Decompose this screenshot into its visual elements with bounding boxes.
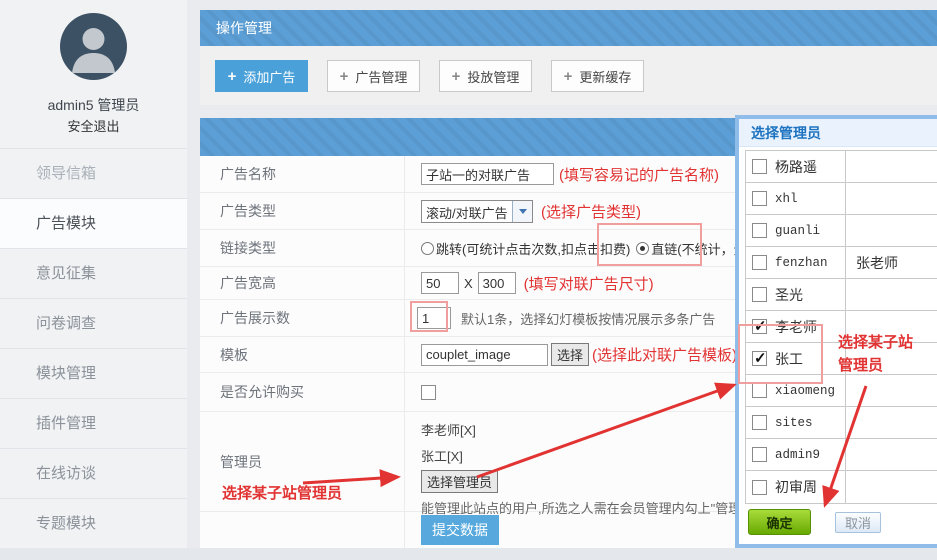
dialog-title: 选择管理员 bbox=[739, 119, 937, 147]
size-times-label: X bbox=[464, 276, 473, 291]
username-label: admin5 管理员 bbox=[0, 95, 187, 115]
link-type-label: 链接类型 bbox=[200, 230, 405, 266]
plus-icon: + bbox=[228, 68, 237, 85]
template-label: 模板 bbox=[200, 337, 405, 372]
ad-manage-button[interactable]: + 广告管理 bbox=[327, 60, 420, 92]
refresh-cache-button[interactable]: + 更新缓存 bbox=[551, 60, 644, 92]
user-avatar bbox=[60, 13, 127, 80]
placement-manage-button[interactable]: + 投放管理 bbox=[439, 60, 532, 92]
manager-checkbox[interactable] bbox=[752, 351, 767, 366]
sidebar-item-topic-module[interactable]: 专题模块 bbox=[0, 498, 187, 548]
selected-manager-item[interactable]: 张工[X] bbox=[421, 444, 463, 470]
toolbar: + 添加广告 + 广告管理 + 投放管理 + 更新缓存 bbox=[200, 46, 937, 105]
purchasable-checkbox[interactable] bbox=[421, 385, 436, 400]
logout-link[interactable]: 安全退出 bbox=[0, 116, 187, 135]
chevron-down-icon bbox=[512, 201, 532, 222]
add-ad-button[interactable]: + 添加广告 bbox=[215, 60, 308, 92]
choose-manager-button[interactable]: 选择管理员 bbox=[421, 470, 498, 493]
manager-checkbox[interactable] bbox=[752, 159, 767, 174]
manager-checkbox[interactable] bbox=[752, 447, 767, 462]
sidebar-item-leader-mailbox[interactable]: 领导信箱 bbox=[0, 148, 187, 198]
sidebar-item-ad-module[interactable]: 广告模块 bbox=[0, 198, 187, 248]
ad-count-input[interactable] bbox=[417, 307, 451, 329]
ad-size-annotation: (填写对联广告尺寸) bbox=[524, 273, 654, 294]
user-avatar-icon bbox=[60, 13, 127, 80]
ad-name-annotation: (填写容易记的广告名称) bbox=[559, 164, 719, 185]
template-select-button[interactable]: 选择 bbox=[551, 343, 589, 366]
manager-row[interactable]: fenzhan 张老师 bbox=[746, 247, 937, 279]
ad-count-label: 广告展示数 bbox=[200, 300, 405, 336]
template-annotation: (选择此对联广告模板) bbox=[592, 344, 737, 365]
ok-button[interactable]: 确定 bbox=[748, 509, 811, 535]
sidebar-menu: 领导信箱 广告模块 意见征集 问卷调查 模块管理 插件管理 在线访谈 专题模块 bbox=[0, 148, 187, 548]
link-type-radio-redirect[interactable] bbox=[421, 242, 434, 255]
ad-type-annotation: (选择广告类型) bbox=[541, 201, 641, 222]
link-type-radio-direct[interactable] bbox=[636, 242, 649, 255]
manager-row[interactable]: 初审周 bbox=[746, 471, 937, 503]
sidebar-item-module-mgmt[interactable]: 模块管理 bbox=[0, 348, 187, 398]
section-header-operations: 操作管理 bbox=[200, 10, 937, 46]
manager-checkbox[interactable] bbox=[752, 255, 767, 270]
manager-row[interactable]: xiaomeng bbox=[746, 375, 937, 407]
purchasable-label: 是否允许购买 bbox=[200, 373, 405, 411]
link-type-option-redirect: 跳转(可统计点击次数,扣点击扣费) bbox=[436, 239, 630, 258]
manager-checkbox[interactable] bbox=[752, 480, 767, 495]
sidebar-item-opinions[interactable]: 意见征集 bbox=[0, 248, 187, 298]
ad-width-input[interactable] bbox=[421, 272, 459, 294]
manager-row[interactable]: 张工 bbox=[746, 343, 937, 375]
ad-name-label: 广告名称 bbox=[200, 156, 405, 192]
manager-row[interactable]: 李老师 bbox=[746, 311, 937, 343]
submit-button[interactable]: 提交数据 bbox=[421, 515, 499, 545]
ad-type-select[interactable]: 滚动/对联广告 bbox=[421, 200, 533, 223]
ad-admin-page: { "sidebar": { "username": "admin5 管理员",… bbox=[0, 0, 937, 560]
sidebar-item-survey[interactable]: 问卷调查 bbox=[0, 298, 187, 348]
manager-row[interactable]: 杨路遥 bbox=[746, 151, 937, 183]
ad-type-label: 广告类型 bbox=[200, 193, 405, 229]
plus-icon: + bbox=[452, 68, 461, 85]
manager-checkbox[interactable] bbox=[752, 191, 767, 206]
manager-table: 杨路遥 xhl guanli fenzhan 张老师 圣光 李老师 bbox=[745, 150, 937, 504]
page-footer bbox=[0, 548, 937, 560]
plus-icon: + bbox=[564, 68, 573, 85]
manager-row[interactable]: admin9 bbox=[746, 439, 937, 471]
template-input[interactable] bbox=[421, 344, 548, 366]
plus-icon: + bbox=[340, 68, 349, 85]
manager-row[interactable]: sites bbox=[746, 407, 937, 439]
manager-checkbox[interactable] bbox=[752, 287, 767, 302]
sidebar: admin5 管理员 安全退出 领导信箱 广告模块 意见征集 问卷调查 模块管理… bbox=[0, 0, 187, 548]
ad-name-input[interactable] bbox=[421, 163, 554, 185]
choose-manager-dialog: 选择管理员 杨路遥 xhl guanli fenzhan 张老师 圣光 bbox=[735, 115, 937, 548]
selected-manager-item[interactable]: 李老师[X] bbox=[421, 418, 476, 444]
ad-count-hint: 默认1条，选择幻灯模板按情况展示多条广告 bbox=[461, 309, 715, 328]
cancel-button[interactable]: 取消 bbox=[835, 512, 881, 533]
sidebar-item-plugin-mgmt[interactable]: 插件管理 bbox=[0, 398, 187, 448]
manager-checkbox[interactable] bbox=[752, 319, 767, 334]
ad-height-input[interactable] bbox=[478, 272, 516, 294]
manager-row[interactable]: guanli bbox=[746, 215, 937, 247]
manager-checkbox[interactable] bbox=[752, 383, 767, 398]
manager-checkbox[interactable] bbox=[752, 223, 767, 238]
manager-row[interactable]: xhl bbox=[746, 183, 937, 215]
sidebar-item-interview[interactable]: 在线访谈 bbox=[0, 448, 187, 498]
manager-checkbox[interactable] bbox=[752, 415, 767, 430]
ad-size-label: 广告宽高 bbox=[200, 267, 405, 299]
manager-row[interactable]: 圣光 bbox=[746, 279, 937, 311]
managers-label: 管理员 bbox=[200, 412, 405, 511]
